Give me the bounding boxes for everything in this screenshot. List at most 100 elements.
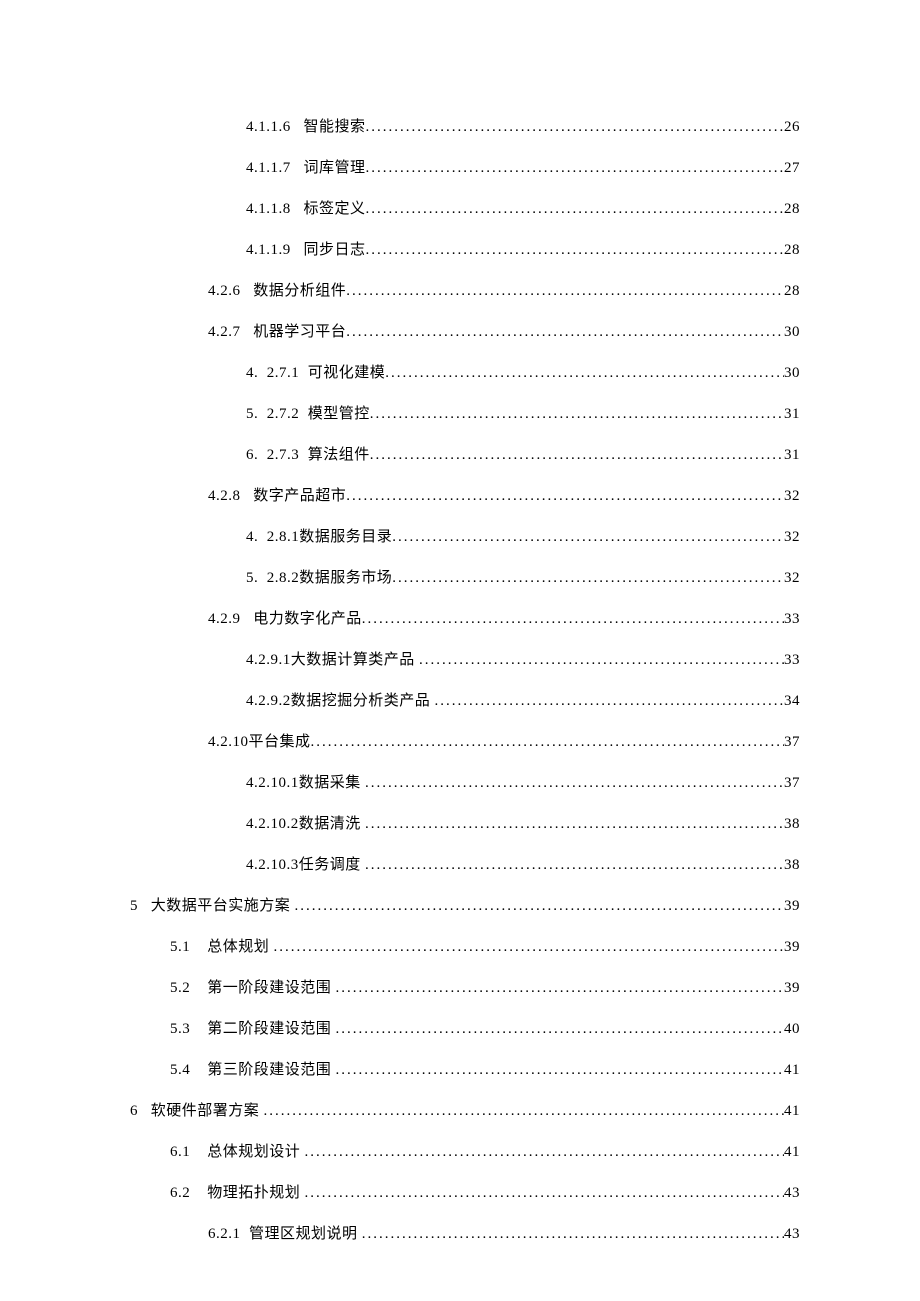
toc-leader-dots: ........................................… xyxy=(385,365,784,382)
toc-gap xyxy=(291,119,304,136)
toc-section-number: 5.1 xyxy=(170,939,190,956)
toc-title: 2.8.1数据服务目录 xyxy=(267,525,393,546)
toc-entry: 4.2.10.2数据清洗 ...........................… xyxy=(130,812,800,833)
toc-leader-dots: ........................................… xyxy=(295,898,784,915)
toc-gap xyxy=(190,939,207,956)
toc-entry: 6 软硬件部署方案 ..............................… xyxy=(130,1099,800,1120)
toc-leader-dots: ........................................… xyxy=(346,324,784,341)
toc-gap xyxy=(241,488,254,505)
toc-title: 机器学习平台 xyxy=(253,320,346,341)
toc-page-number: 33 xyxy=(784,652,800,669)
toc-section-number: 6.2.1 xyxy=(208,1226,241,1243)
toc-page-number: 41 xyxy=(784,1144,800,1161)
toc-section-number: 5. xyxy=(246,406,258,423)
toc-section-number: 5. xyxy=(246,570,258,587)
toc-leader-dots: ........................................… xyxy=(365,816,784,833)
toc-title: 数据分析组件 xyxy=(253,279,346,300)
toc-title: 词库管理 xyxy=(304,156,366,177)
toc-leader-dots: ........................................… xyxy=(435,693,784,710)
toc-leader-dots: ........................................… xyxy=(346,488,784,505)
toc-section-number: 4. xyxy=(246,365,258,382)
toc-page-number: 41 xyxy=(784,1103,800,1120)
toc-leader-dots: ........................................… xyxy=(311,734,784,751)
toc-title: 数据清洗 xyxy=(299,812,365,833)
toc-page-number: 38 xyxy=(784,857,800,874)
toc-page-number: 27 xyxy=(784,160,800,177)
toc-entry: 6. 2.7.3 算法组件...........................… xyxy=(130,443,800,464)
toc-section-number: 4.1.1.6 xyxy=(246,119,291,136)
toc-title: 同步日志 xyxy=(304,238,366,259)
toc-page-number: 32 xyxy=(784,529,800,546)
toc-page-number: 31 xyxy=(784,406,800,423)
toc-leader-dots: ........................................… xyxy=(419,652,784,669)
toc-leader-dots: ........................................… xyxy=(392,529,784,546)
toc-leader-dots: ........................................… xyxy=(274,939,784,956)
toc-gap xyxy=(138,898,151,915)
toc-leader-dots: ........................................… xyxy=(365,775,784,792)
toc-page-number: 31 xyxy=(784,447,800,464)
toc-gap xyxy=(190,1144,207,1161)
toc-page-number: 30 xyxy=(784,324,800,341)
toc-title: 数据挖掘分析类产品 xyxy=(291,689,435,710)
toc-title: 管理区规划说明 xyxy=(249,1222,362,1243)
toc-leader-dots: ........................................… xyxy=(365,857,784,874)
toc-leader-dots: ........................................… xyxy=(336,980,784,997)
toc-page-number: 28 xyxy=(784,242,800,259)
toc-entry: 5.1 总体规划 ...............................… xyxy=(130,935,800,956)
toc-entry: 4.2.10.3任务调度 ...........................… xyxy=(130,853,800,874)
toc-entry: 4.1.1.6 智能搜索............................… xyxy=(130,115,800,136)
toc-gap xyxy=(190,980,207,997)
toc-page-number: 32 xyxy=(784,488,800,505)
toc-gap xyxy=(190,1062,207,1079)
toc-entry: 4.2.10.1数据采集 ...........................… xyxy=(130,771,800,792)
toc-page-number: 26 xyxy=(784,119,800,136)
toc-gap xyxy=(291,160,304,177)
toc-title: 第二阶段建设范围 xyxy=(207,1017,335,1038)
toc-page-number: 39 xyxy=(784,898,800,915)
toc-section-number: 4.1.1.8 xyxy=(246,201,291,218)
toc-section-number: 4.1.1.9 xyxy=(246,242,291,259)
toc-gap xyxy=(241,611,254,628)
toc-title: 软硬件部署方案 xyxy=(151,1099,264,1120)
toc-page-number: 39 xyxy=(784,980,800,997)
document-page: 4.1.1.6 智能搜索............................… xyxy=(0,0,920,1243)
toc-entry: 5 大数据平台实施方案 ............................… xyxy=(130,894,800,915)
toc-section-number: 4.2.6 xyxy=(208,283,241,300)
toc-section-number: 4.2.8 xyxy=(208,488,241,505)
toc-page-number: 33 xyxy=(784,611,800,628)
toc-entry: 4.1.1.7 词库管理............................… xyxy=(130,156,800,177)
toc-leader-dots: ........................................… xyxy=(362,611,784,628)
toc-gap xyxy=(258,529,267,546)
toc-leader-dots: ........................................… xyxy=(336,1021,784,1038)
toc-title: 总体规划 xyxy=(207,935,273,956)
toc-gap xyxy=(190,1185,207,1202)
toc-entry: 4. 2.8.1数据服务目录..........................… xyxy=(130,525,800,546)
toc-gap xyxy=(138,1103,151,1120)
toc-page-number: 28 xyxy=(784,283,800,300)
toc-page-number: 43 xyxy=(784,1185,800,1202)
toc-entry: 5. 2.8.2数据服务市场..........................… xyxy=(130,566,800,587)
toc-title: 第三阶段建设范围 xyxy=(207,1058,335,1079)
toc-page-number: 32 xyxy=(784,570,800,587)
toc-entry: 4.2.9.1大数据计算类产品 ........................… xyxy=(130,648,800,669)
toc-section-number: 6 xyxy=(130,1103,138,1120)
toc-section-number: 6.2 xyxy=(170,1185,190,1202)
toc-leader-dots: ........................................… xyxy=(366,242,784,259)
toc-page-number: 40 xyxy=(784,1021,800,1038)
toc-title: 2.7.1 可视化建模 xyxy=(267,361,386,382)
toc-title: 标签定义 xyxy=(304,197,366,218)
toc-leader-dots: ........................................… xyxy=(336,1062,784,1079)
toc-title: 2.8.2数据服务市场 xyxy=(267,566,393,587)
toc-section-number: 5 xyxy=(130,898,138,915)
toc-gap xyxy=(291,201,304,218)
toc-section-number: 6.1 xyxy=(170,1144,190,1161)
toc-section-number: 4.2.10.3 xyxy=(246,857,299,874)
toc-leader-dots: ........................................… xyxy=(305,1185,784,1202)
toc-page-number: 41 xyxy=(784,1062,800,1079)
toc-gap xyxy=(291,242,304,259)
toc-leader-dots: ........................................… xyxy=(370,406,784,423)
toc-entry: 5.4 第三阶段建设范围 ...........................… xyxy=(130,1058,800,1079)
table-of-contents: 4.1.1.6 智能搜索............................… xyxy=(130,115,800,1243)
toc-leader-dots: ........................................… xyxy=(366,160,784,177)
toc-title: 数字产品超市 xyxy=(253,484,346,505)
